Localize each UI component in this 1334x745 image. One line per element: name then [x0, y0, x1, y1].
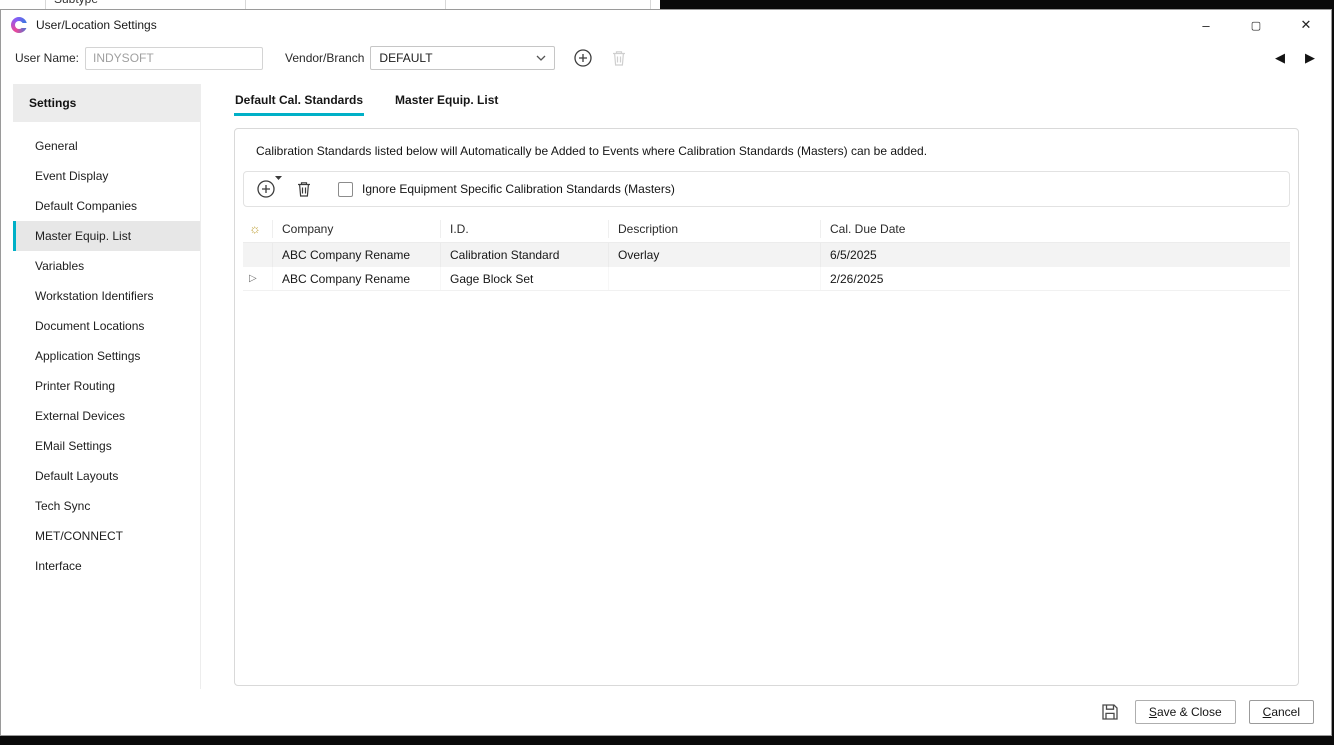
titlebar: User/Location Settings – ▢ ✕	[1, 10, 1331, 40]
sidebar-item-general[interactable]: General	[13, 131, 200, 161]
cancel-accel: C	[1263, 705, 1272, 719]
chevron-down-icon	[536, 55, 546, 61]
minimize-button[interactable]: –	[1181, 10, 1231, 40]
app-logo-icon	[11, 17, 27, 33]
sidebar-header: Settings	[13, 84, 200, 122]
cell-description: Overlay	[609, 243, 821, 267]
row-expander-cell	[243, 243, 273, 267]
window-controls: – ▢ ✕	[1181, 10, 1331, 40]
background-column-label: Subtype	[54, 0, 98, 6]
cell-company: ABC Company Rename	[273, 243, 441, 267]
user-name-label: User Name:	[15, 51, 79, 65]
next-record-button[interactable]: ▶	[1305, 50, 1315, 66]
panel-toolbar: Ignore Equipment Specific Calibration St…	[243, 171, 1290, 207]
caret-down-icon	[275, 176, 282, 180]
cell-cal-due-date: 6/5/2025	[821, 243, 1290, 267]
vendor-branch-label: Vendor/Branch	[285, 51, 364, 65]
footer-bar: Save & Close Cancel	[1, 689, 1331, 735]
cancel-label: ancel	[1271, 705, 1300, 719]
cell-cal-due-date: 2/26/2025	[821, 267, 1290, 290]
sidebar-item-interface[interactable]: Interface	[13, 551, 200, 581]
sidebar-item-workstation-identifiers[interactable]: Workstation Identifiers	[13, 281, 200, 311]
table-header-row: ☼ Company I.D. Description Cal. Due Date	[243, 215, 1290, 243]
table-row[interactable]: ▷ ABC Company Rename Gage Block Set 2/26…	[243, 267, 1290, 291]
cell-description	[609, 267, 821, 290]
vendor-branch-select[interactable]: DEFAULT	[370, 46, 555, 70]
save-and-close-button[interactable]: Save & Close	[1135, 700, 1236, 724]
plus-circle-icon	[256, 179, 276, 199]
sidebar-item-tech-sync[interactable]: Tech Sync	[13, 491, 200, 521]
cell-id: Calibration Standard	[441, 243, 609, 267]
background-column-header: Subtype	[46, 0, 246, 9]
table-row[interactable]: ABC Company Rename Calibration Standard …	[243, 243, 1290, 267]
column-header-cal-due-date[interactable]: Cal. Due Date	[821, 220, 1290, 238]
cell-id: Gage Block Set	[441, 267, 609, 290]
tab-bar: Default Cal. Standards Master Equip. Lis…	[234, 86, 1299, 116]
user-location-settings-window: User/Location Settings – ▢ ✕ User Name: …	[0, 9, 1332, 736]
panel-description: Calibration Standards listed below will …	[243, 129, 1290, 171]
vendor-branch-value: DEFAULT	[379, 51, 432, 65]
sidebar-item-master-equip-list[interactable]: Master Equip. List	[13, 221, 200, 251]
cal-standards-panel: Calibration Standards listed below will …	[234, 128, 1299, 686]
sidebar-item-email-settings[interactable]: EMail Settings	[13, 431, 200, 461]
sun-icon: ☼	[249, 221, 261, 236]
row-expander-cell: ▷	[243, 267, 273, 290]
sidebar-item-default-companies[interactable]: Default Companies	[13, 191, 200, 221]
ignore-equipment-checkbox-label: Ignore Equipment Specific Calibration St…	[362, 182, 675, 196]
close-button[interactable]: ✕	[1281, 10, 1331, 40]
settings-sidebar: Settings General Event Display Default C…	[13, 84, 201, 689]
delete-standard-button[interactable]	[296, 180, 312, 198]
save-and-close-accel: S	[1149, 705, 1157, 719]
background-app-strip: Subtype	[0, 0, 660, 9]
sidebar-item-met-connect[interactable]: MET/CONNECT	[13, 521, 200, 551]
previous-record-button[interactable]: ◀	[1275, 50, 1285, 66]
user-name-input[interactable]	[85, 47, 263, 70]
add-button[interactable]	[573, 48, 593, 68]
sidebar-item-application-settings[interactable]: Application Settings	[13, 341, 200, 371]
sidebar-item-event-display[interactable]: Event Display	[13, 161, 200, 191]
sidebar-item-external-devices[interactable]: External Devices	[13, 401, 200, 431]
sidebar-item-default-layouts[interactable]: Default Layouts	[13, 461, 200, 491]
delete-button[interactable]	[611, 49, 627, 67]
column-header-company[interactable]: Company	[273, 220, 441, 238]
trash-icon	[611, 49, 627, 67]
save-floppy-icon	[1101, 703, 1119, 721]
record-navigation: ◀ ▶	[1275, 50, 1315, 66]
cell-company: ABC Company Rename	[273, 267, 441, 290]
plus-circle-icon	[573, 48, 593, 68]
trash-icon	[296, 180, 312, 198]
background-cell	[446, 0, 651, 9]
tab-master-equip-list[interactable]: Master Equip. List	[394, 86, 499, 116]
table-header-icon-cell: ☼	[243, 220, 273, 238]
top-toolbar: User Name: Vendor/Branch DEFAULT ◀ ▶	[1, 40, 1331, 76]
window-title: User/Location Settings	[36, 18, 157, 32]
add-standard-button[interactable]	[256, 179, 276, 199]
standards-table: ☼ Company I.D. Description Cal. Due Date…	[243, 215, 1290, 291]
expand-row-icon[interactable]: ▷	[249, 273, 257, 284]
background-cell	[0, 0, 46, 9]
maximize-button[interactable]: ▢	[1231, 10, 1281, 40]
column-header-id[interactable]: I.D.	[441, 220, 609, 238]
main-content: Default Cal. Standards Master Equip. Lis…	[201, 84, 1331, 689]
ignore-equipment-checkbox[interactable]	[338, 182, 353, 197]
column-header-description[interactable]: Description	[609, 220, 821, 238]
background-cell	[246, 0, 446, 9]
save-button[interactable]	[1101, 703, 1119, 721]
window-body: Settings General Event Display Default C…	[1, 76, 1331, 689]
sidebar-item-variables[interactable]: Variables	[13, 251, 200, 281]
sidebar-item-document-locations[interactable]: Document Locations	[13, 311, 200, 341]
cancel-button[interactable]: Cancel	[1249, 700, 1314, 724]
tab-default-cal-standards[interactable]: Default Cal. Standards	[234, 86, 364, 116]
save-and-close-label: ave & Close	[1157, 705, 1222, 719]
sidebar-item-printer-routing[interactable]: Printer Routing	[13, 371, 200, 401]
